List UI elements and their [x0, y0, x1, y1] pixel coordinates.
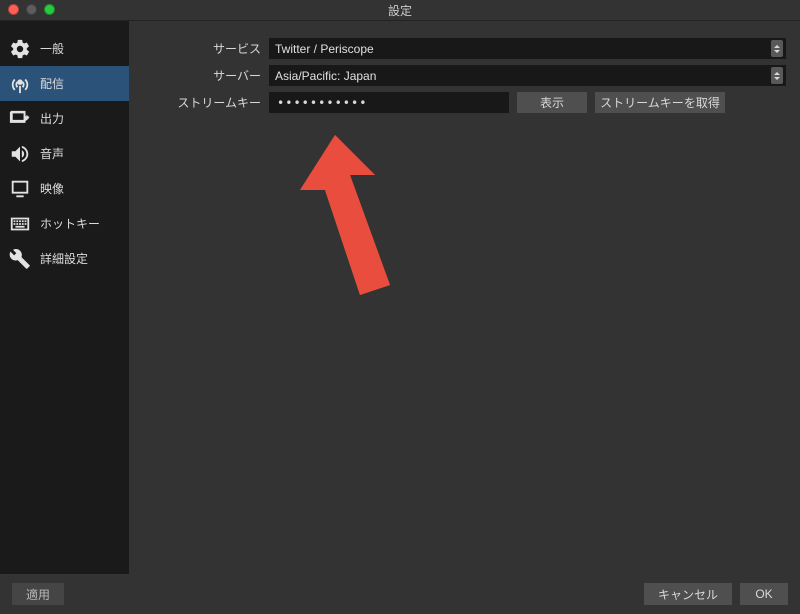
- tools-icon: [8, 248, 32, 270]
- sidebar-item-output[interactable]: 出力: [0, 101, 129, 136]
- audio-icon: [8, 143, 32, 165]
- ok-button[interactable]: OK: [740, 583, 788, 605]
- server-label: サーバー: [143, 67, 269, 84]
- titlebar: 設定: [0, 0, 800, 21]
- minimize-window-icon[interactable]: [26, 4, 37, 15]
- service-label: サービス: [143, 40, 269, 57]
- maximize-window-icon[interactable]: [44, 4, 55, 15]
- window-controls: [8, 4, 55, 15]
- sidebar-item-hotkeys[interactable]: ホットキー: [0, 206, 129, 241]
- output-icon: [8, 109, 32, 129]
- sidebar: 一般 配信 出力 音声 映像: [0, 21, 129, 574]
- broadcast-icon: [8, 73, 32, 95]
- sidebar-item-label: 配信: [40, 75, 64, 92]
- apply-button[interactable]: 適用: [12, 583, 64, 605]
- sidebar-item-label: 音声: [40, 145, 64, 162]
- server-value: Asia/Pacific: Japan: [275, 69, 376, 83]
- streamkey-input[interactable]: •••••••••••: [269, 92, 509, 113]
- window-title: 設定: [0, 2, 800, 19]
- streamkey-value: •••••••••••: [277, 96, 367, 110]
- service-select[interactable]: Twitter / Periscope: [269, 38, 786, 59]
- sidebar-item-label: 詳細設定: [40, 250, 88, 267]
- video-icon: [8, 178, 32, 200]
- close-window-icon[interactable]: [8, 4, 19, 15]
- gear-icon: [8, 38, 32, 60]
- sidebar-item-general[interactable]: 一般: [0, 31, 129, 66]
- spinner-icon: [771, 67, 783, 84]
- get-streamkey-button[interactable]: ストリームキーを取得: [595, 92, 725, 113]
- sidebar-item-audio[interactable]: 音声: [0, 136, 129, 171]
- service-value: Twitter / Periscope: [275, 42, 374, 56]
- sidebar-item-label: 映像: [40, 180, 64, 197]
- sidebar-item-label: 出力: [40, 110, 64, 127]
- settings-panel: サービス Twitter / Periscope サーバー Asia/Pacif…: [129, 21, 800, 574]
- sidebar-item-label: 一般: [40, 40, 64, 57]
- cancel-button[interactable]: キャンセル: [644, 583, 732, 605]
- server-select[interactable]: Asia/Pacific: Japan: [269, 65, 786, 86]
- sidebar-item-advanced[interactable]: 詳細設定: [0, 241, 129, 276]
- show-button[interactable]: 表示: [517, 92, 587, 113]
- sidebar-item-label: ホットキー: [40, 215, 100, 232]
- footer: 適用 キャンセル OK: [0, 574, 800, 614]
- sidebar-item-video[interactable]: 映像: [0, 171, 129, 206]
- spinner-icon: [771, 40, 783, 57]
- sidebar-item-stream[interactable]: 配信: [0, 66, 129, 101]
- keyboard-icon: [8, 213, 32, 235]
- streamkey-label: ストリームキー: [143, 94, 269, 111]
